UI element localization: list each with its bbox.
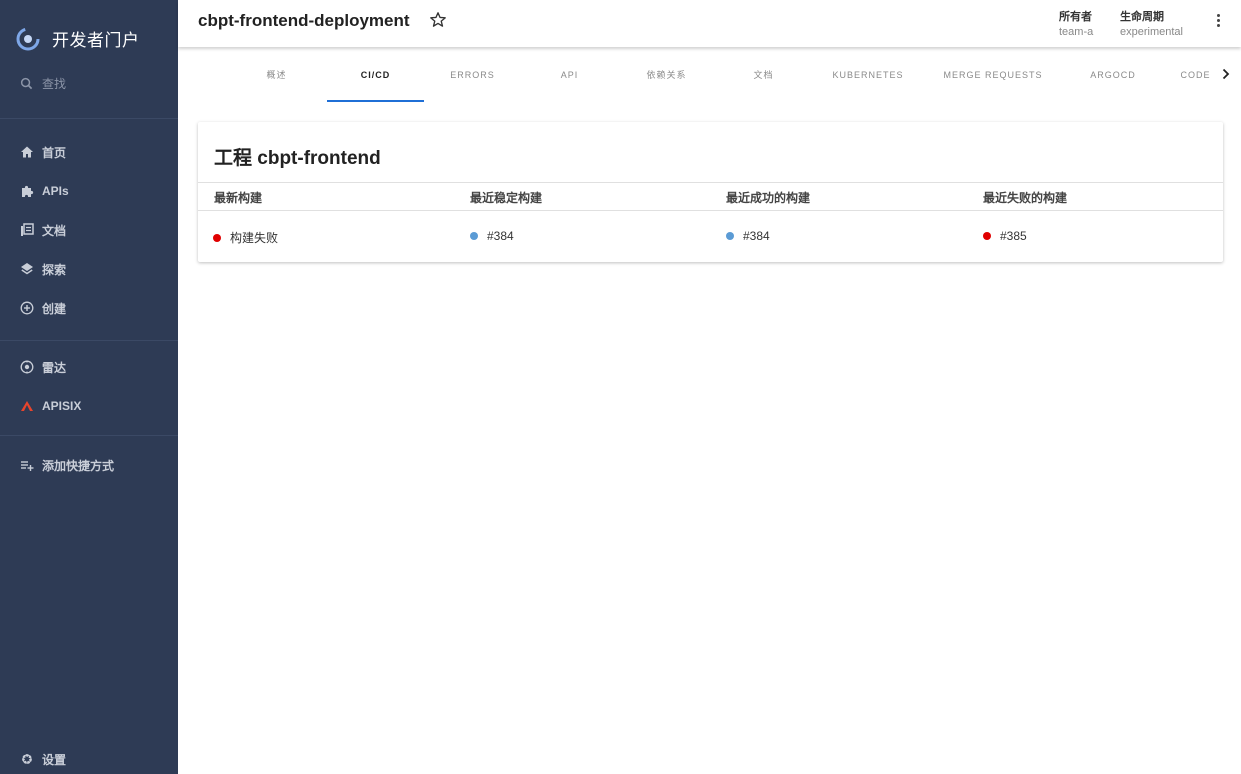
latest-build-status: 构建失败 xyxy=(230,231,279,245)
library-icon xyxy=(19,223,34,238)
search-icon xyxy=(19,76,34,91)
status-failed-dot xyxy=(213,233,221,242)
tab-overview[interactable]: 概述 xyxy=(228,47,325,102)
more-menu-icon[interactable] xyxy=(1213,14,1223,32)
page-header: cbpt-frontend-deployment 所有者 team-a 生命周期… xyxy=(178,0,1241,47)
sidebar-item-label: 创建 xyxy=(42,301,67,316)
tab-docs[interactable]: 文档 xyxy=(715,47,812,102)
last-failed-build-cell[interactable]: #385 xyxy=(983,229,1027,243)
last-stable-build-cell[interactable]: #384 xyxy=(470,229,514,243)
status-info-dot xyxy=(470,232,478,240)
tab-api[interactable]: API xyxy=(521,47,618,102)
sidebar-item-radar[interactable]: 雷达 xyxy=(0,350,178,384)
sidebar: 开发者门户 查找 首页 APIs 文档 探索 创建 雷达 APISIX 添加快捷… xyxy=(0,0,178,774)
sidebar-item-home[interactable]: 首页 xyxy=(0,135,178,169)
last-successful-build-number: #384 xyxy=(743,229,770,243)
sidebar-item-label: APIs xyxy=(42,184,69,198)
sidebar-divider xyxy=(0,118,178,119)
tab-argocd[interactable]: ARGOCD xyxy=(1068,47,1158,102)
page-title: cbpt-frontend-deployment xyxy=(198,11,410,30)
logo-icon xyxy=(16,27,40,50)
tab-errors[interactable]: ERRORS xyxy=(424,47,521,102)
last-successful-build-cell[interactable]: #384 xyxy=(726,229,770,243)
sidebar-item-label: 文档 xyxy=(42,223,67,238)
column-header: 最近稳定构建 xyxy=(470,191,543,205)
column-header: 最新构建 xyxy=(214,191,263,205)
owner-meta: 所有者 team-a xyxy=(1059,8,1093,38)
star-icon[interactable] xyxy=(429,11,447,29)
gear-icon xyxy=(19,752,34,767)
sidebar-item-explore[interactable]: 探索 xyxy=(0,252,178,286)
home-icon xyxy=(19,145,34,160)
tab-cicd[interactable]: CI/CD xyxy=(327,47,424,102)
tab-dependencies[interactable]: 依赖关系 xyxy=(618,47,715,102)
lifecycle-value: experimental xyxy=(1120,26,1183,38)
chevron-right-icon[interactable] xyxy=(1219,66,1233,82)
sidebar-item-label: 首页 xyxy=(42,145,67,160)
brand[interactable]: 开发者门户 xyxy=(16,26,140,51)
apisix-icon xyxy=(19,399,34,414)
last-stable-build-number: #384 xyxy=(487,229,514,243)
last-failed-build-number: #385 xyxy=(1000,229,1027,243)
table-divider xyxy=(198,182,1223,183)
sidebar-item-label: APISIX xyxy=(42,399,82,413)
sidebar-item-settings[interactable]: 设置 xyxy=(0,742,178,774)
sidebar-item-label: 添加快捷方式 xyxy=(42,458,115,473)
sidebar-item-label: 设置 xyxy=(42,752,67,767)
brand-name: 开发者门户 xyxy=(52,31,140,51)
playlist-add-icon xyxy=(19,458,34,473)
sidebar-item-apisix[interactable]: APISIX xyxy=(0,389,178,423)
status-failed-dot xyxy=(983,232,991,240)
status-info-dot xyxy=(726,232,734,240)
puzzle-icon xyxy=(19,184,34,199)
lifecycle-label: 生命周期 xyxy=(1120,11,1164,23)
latest-build-cell[interactable]: 构建失败 xyxy=(213,229,278,246)
table-divider xyxy=(198,210,1223,211)
card-title: 工程 cbpt-frontend xyxy=(214,148,381,169)
sidebar-divider xyxy=(0,340,178,341)
sidebar-item-label: 探索 xyxy=(42,262,67,277)
sidebar-search-label: 查找 xyxy=(42,76,67,91)
cicd-card: 工程 cbpt-frontend 最新构建 最近稳定构建 最近成功的构建 最近失… xyxy=(198,122,1223,262)
radar-icon xyxy=(19,360,34,375)
layers-icon xyxy=(19,262,34,277)
sidebar-search[interactable]: 查找 xyxy=(0,66,178,100)
column-header: 最近失败的构建 xyxy=(983,191,1068,205)
sidebar-item-label: 雷达 xyxy=(42,360,67,375)
column-header: 最近成功的构建 xyxy=(726,191,811,205)
tab-merge-requests[interactable]: MERGE REQUESTS xyxy=(933,47,1053,102)
sidebar-add-shortcut[interactable]: 添加快捷方式 xyxy=(0,448,178,482)
sidebar-divider xyxy=(0,435,178,436)
owner-value[interactable]: team-a xyxy=(1059,26,1093,38)
tab-kubernetes[interactable]: KUBERNETES xyxy=(818,47,918,102)
owner-label: 所有者 xyxy=(1059,11,1092,23)
sidebar-item-apis[interactable]: APIs xyxy=(0,174,178,208)
add-circle-icon xyxy=(19,301,34,316)
sidebar-item-docs[interactable]: 文档 xyxy=(0,213,178,247)
lifecycle-meta: 生命周期 experimental xyxy=(1120,8,1183,38)
active-tab-indicator xyxy=(327,100,424,102)
sidebar-item-create[interactable]: 创建 xyxy=(0,291,178,325)
tab-bar: 概述 CI/CD ERRORS API 依赖关系 文档 KUBERNETES M… xyxy=(178,47,1241,102)
